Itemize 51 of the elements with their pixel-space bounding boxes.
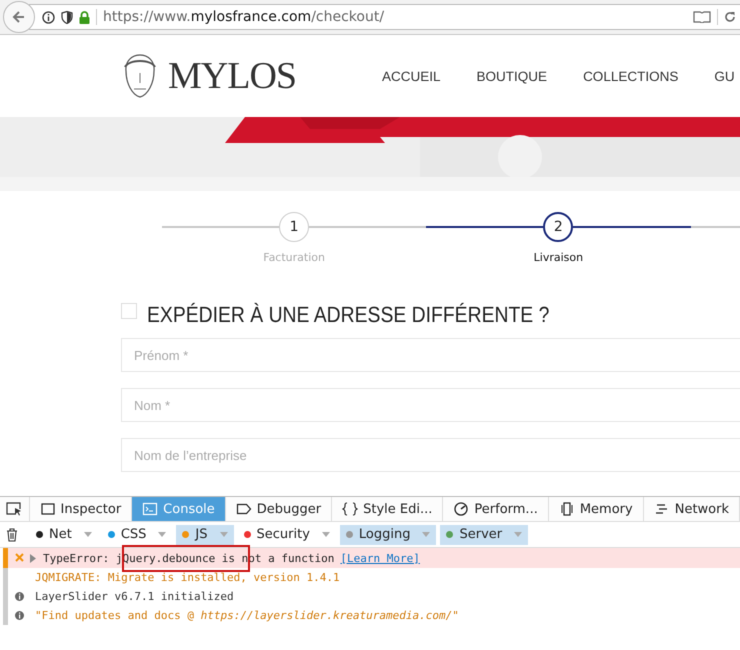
step-label: Facturation [263, 251, 325, 264]
console-message: LayerSlider v6.7.1 initialized [35, 590, 234, 603]
devtools-tab[interactable]: Memory [548, 497, 644, 521]
filter-button[interactable]: JS [195, 527, 208, 542]
network-tool-icon [654, 502, 670, 516]
devtools-tab[interactable]: Style Edi... [332, 497, 444, 521]
reader-view-icon[interactable] [693, 11, 711, 23]
console-tool-icon [142, 502, 158, 516]
learn-more-link[interactable]: [Learn More] [340, 552, 420, 564]
input-field[interactable]: Nom de l’entreprise [121, 438, 740, 472]
caret-icon[interactable] [322, 532, 330, 537]
error-icon [14, 552, 24, 564]
perf-tool-icon [453, 502, 470, 516]
caret-icon[interactable] [84, 532, 92, 537]
address-bar[interactable]: https://www.mylosfrance.com/checkout/ [29, 4, 740, 30]
memory-tool-icon [558, 502, 575, 516]
expand-arrow-icon[interactable] [30, 554, 36, 562]
section-heading: EXPÉDIER À UNE ADRESSE DIFFÉRENTE ? [147, 302, 550, 328]
lock-icon[interactable] [79, 10, 90, 24]
console-message: "Find updates and docs @ https://layerslider.kreaturamedia.com/" [35, 609, 459, 622]
filter-button[interactable]: Security [256, 527, 310, 542]
nav-link[interactable]: COLLECTIONS [583, 68, 678, 84]
caret-icon[interactable] [158, 532, 166, 537]
filter-button[interactable]: Net [49, 527, 72, 542]
console-message: JQMIGRATE: Migrate is installed, version 1.4.1 [35, 571, 340, 584]
info-icon [14, 592, 24, 601]
back-arrow-icon [12, 10, 26, 24]
filter-button[interactable]: CSS [120, 527, 146, 542]
step-number: 1 [279, 212, 310, 242]
trash-icon[interactable] [6, 528, 18, 542]
reload-icon[interactable] [724, 11, 736, 23]
info-icon[interactable] [42, 10, 55, 24]
inspector-tool-icon [40, 502, 56, 516]
url-text: https://www.mylosfrance.com/checkout/ [103, 9, 384, 25]
nav-link[interactable]: GU [714, 68, 735, 84]
nav-link[interactable]: ACCUEIL [382, 68, 441, 84]
devtools-tab[interactable]: Debugger [226, 497, 332, 521]
debugger-tool-icon [236, 502, 252, 516]
shield-icon[interactable] [61, 10, 73, 24]
back-button[interactable] [3, 1, 35, 33]
checkbox[interactable] [121, 303, 137, 319]
step-number: 2 [543, 212, 574, 242]
devtools-tab[interactable]: Perform... [443, 497, 549, 521]
info-icon [14, 611, 24, 620]
input-field[interactable]: Prénom * [121, 338, 740, 372]
step-label: Livraison [534, 251, 584, 264]
input-field[interactable]: Nom * [121, 388, 740, 422]
style-tool-icon [342, 502, 358, 516]
devtools-tab[interactable]: Network [644, 497, 740, 521]
nav-link[interactable]: BOUTIQUE [476, 68, 548, 84]
logo-text[interactable]: MYLOS [168, 54, 296, 98]
